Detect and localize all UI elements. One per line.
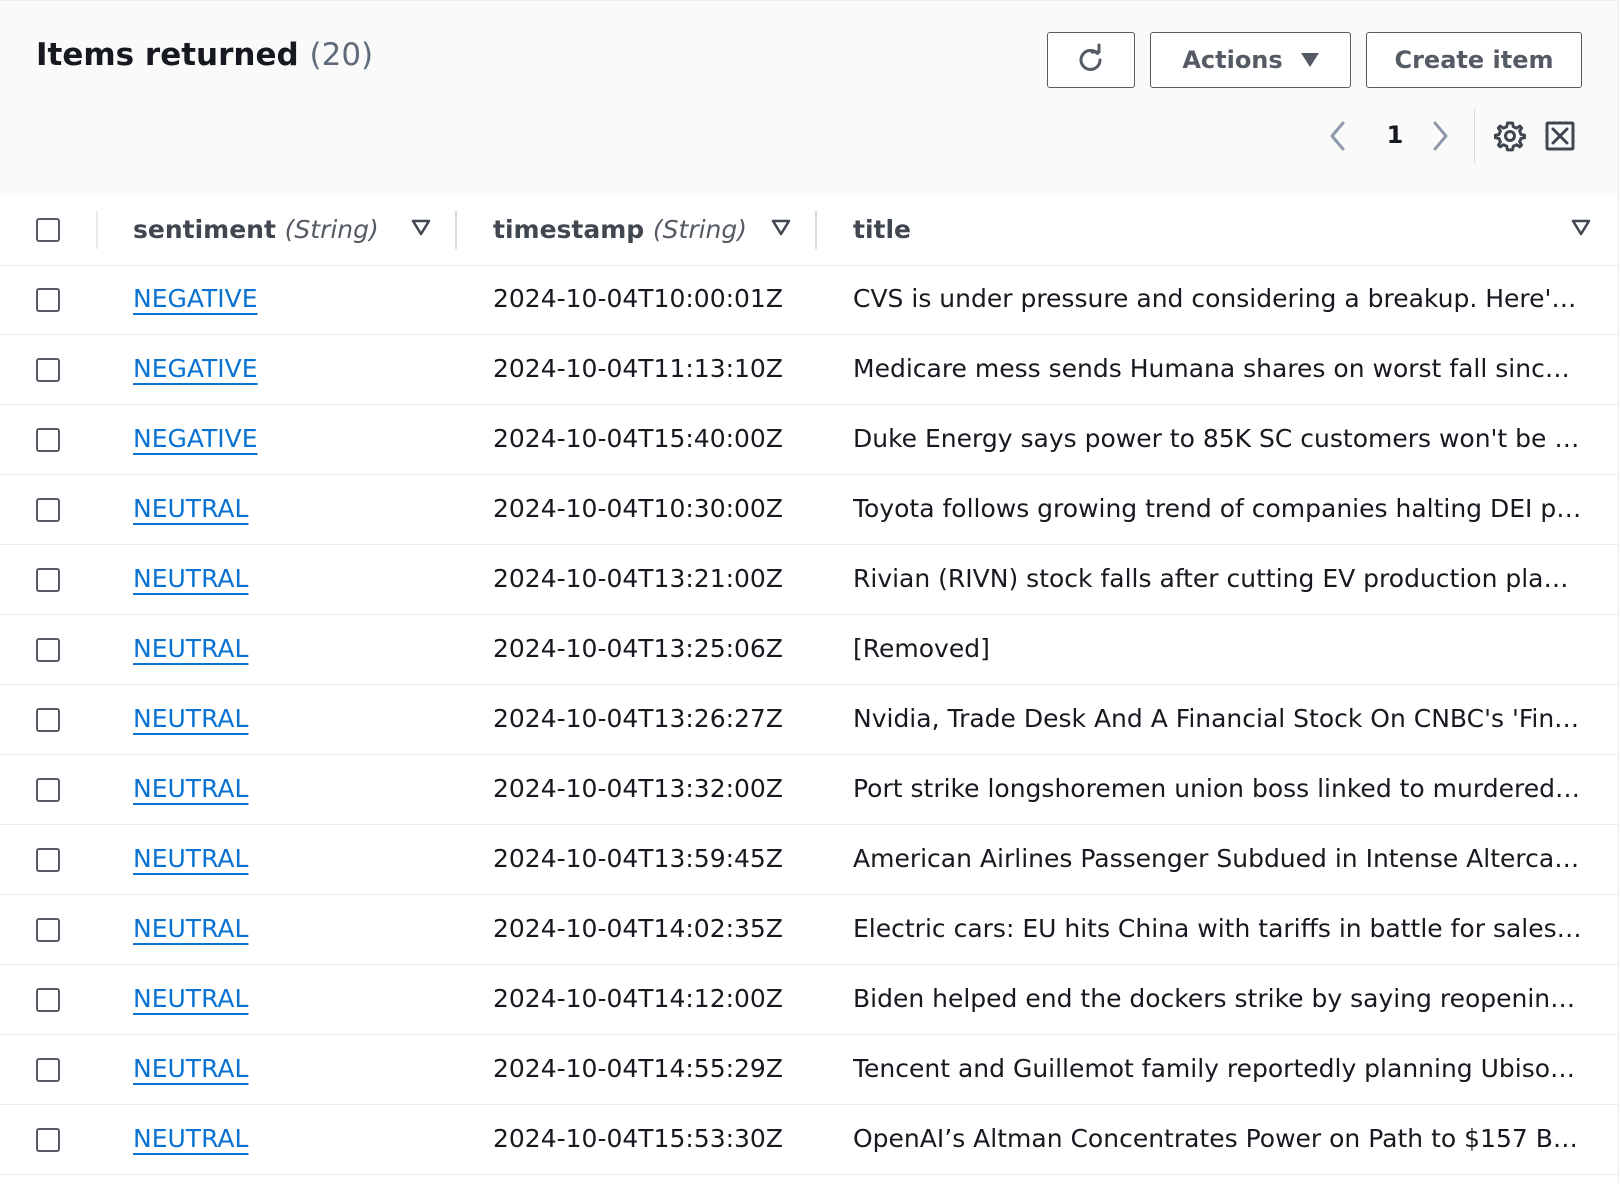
actions-label: Actions [1182, 46, 1283, 74]
title-cell: Port strike longshoremen union boss link… [853, 774, 1583, 803]
title-cell: Medicare mess sends Humana shares on wor… [853, 354, 1583, 383]
column-resize-handle[interactable] [455, 211, 457, 249]
sentiment-link[interactable]: NEGATIVE [133, 424, 258, 453]
sentiment-link[interactable]: NEUTRAL [133, 914, 248, 943]
table-row[interactable]: NEGATIVE 2024-10-04T11:13:10Z Medicare m… [0, 335, 1618, 405]
create-item-button[interactable]: Create item [1366, 32, 1582, 88]
actions-dropdown-button[interactable]: Actions [1150, 32, 1351, 88]
refresh-button[interactable] [1047, 32, 1135, 88]
timestamp-cell: 2024-10-04T14:02:35Z [493, 914, 783, 943]
sort-title-icon[interactable] [1571, 219, 1591, 237]
table-row[interactable]: NEGATIVE 2024-10-04T10:00:01Z CVS is und… [0, 265, 1618, 335]
table-row[interactable]: NEUTRAL 2024-10-04T15:53:30Z OpenAI’s Al… [0, 1105, 1618, 1175]
sentiment-link[interactable]: NEUTRAL [133, 564, 248, 593]
fullscreen-icon[interactable] [1545, 121, 1575, 151]
table-row[interactable]: NEUTRAL 2024-10-04T13:25:06Z [Removed] [0, 615, 1618, 685]
title-cell: Toyota follows growing trend of companie… [853, 494, 1583, 523]
column-header-sentiment[interactable]: sentiment (String) [133, 215, 379, 244]
current-page-number[interactable]: 1 [1380, 121, 1410, 149]
refresh-icon [1079, 43, 1102, 71]
row-checkbox[interactable] [36, 988, 60, 1012]
items-panel: Items returned (20) Actions Create item … [0, 0, 1619, 1184]
panel-header: Items returned (20) Actions Create item … [0, 1, 1618, 196]
timestamp-cell: 2024-10-04T15:53:30Z [493, 1124, 783, 1153]
row-checkbox[interactable] [36, 778, 60, 802]
title-cell: OpenAI’s Altman Concentrates Power on Pa… [853, 1124, 1583, 1153]
sentiment-link[interactable]: NEUTRAL [133, 984, 248, 1013]
timestamp-cell: 2024-10-04T14:55:29Z [493, 1054, 783, 1083]
row-checkbox[interactable] [36, 1128, 60, 1152]
sentiment-link[interactable]: NEUTRAL [133, 1124, 248, 1153]
row-checkbox[interactable] [36, 708, 60, 732]
caret-down-icon [1300, 53, 1319, 67]
column-divider [96, 211, 98, 249]
table-row[interactable]: NEUTRAL 2024-10-04T13:59:45Z American Ai… [0, 825, 1618, 895]
sentiment-link[interactable]: NEUTRAL [133, 634, 248, 663]
table-row[interactable]: NEUTRAL 2024-10-04T10:30:00Z Toyota foll… [0, 475, 1618, 545]
row-checkbox[interactable] [36, 498, 60, 522]
title-cell: Rivian (RIVN) stock falls after cutting … [853, 564, 1583, 593]
item-count: (20) [309, 37, 374, 73]
sentiment-link[interactable]: NEUTRAL [133, 704, 248, 733]
timestamp-cell: 2024-10-04T13:59:45Z [493, 844, 783, 873]
title-cell: [Removed] [853, 634, 990, 663]
title-cell: Nvidia, Trade Desk And A Financial Stock… [853, 704, 1583, 733]
table-row[interactable]: NEUTRAL 2024-10-04T14:12:00Z Biden helpe… [0, 965, 1618, 1035]
column-resize-handle[interactable] [815, 211, 817, 249]
row-checkbox[interactable] [36, 288, 60, 312]
row-checkbox[interactable] [36, 1058, 60, 1082]
timestamp-cell: 2024-10-04T10:30:00Z [493, 494, 783, 523]
row-checkbox[interactable] [36, 918, 60, 942]
table-header: sentiment (String) timestamp (String) ti… [0, 195, 1618, 266]
timestamp-cell: 2024-10-04T11:13:10Z [493, 354, 783, 383]
row-checkbox[interactable] [36, 568, 60, 592]
row-checkbox[interactable] [36, 848, 60, 872]
sentiment-link[interactable]: NEUTRAL [133, 494, 248, 523]
timestamp-cell: 2024-10-04T15:40:00Z [493, 424, 783, 453]
sentiment-link[interactable]: NEUTRAL [133, 844, 248, 873]
row-checkbox[interactable] [36, 358, 60, 382]
timestamp-cell: 2024-10-04T13:21:00Z [493, 564, 783, 593]
sort-timestamp-icon[interactable] [771, 219, 791, 237]
sentiment-link[interactable]: NEUTRAL [133, 774, 248, 803]
sentiment-link[interactable]: NEGATIVE [133, 354, 258, 383]
title-cell: American Airlines Passenger Subdued in I… [853, 844, 1583, 873]
sentiment-link[interactable]: NEUTRAL [133, 1054, 248, 1083]
table-row[interactable]: NEUTRAL 2024-10-04T13:26:27Z Nvidia, Tra… [0, 685, 1618, 755]
title-cell: Tencent and Guillemot family reportedly … [853, 1054, 1583, 1083]
table-row[interactable]: NEUTRAL 2024-10-04T13:21:00Z Rivian (RIV… [0, 545, 1618, 615]
row-checkbox[interactable] [36, 638, 60, 662]
title-cell: Electric cars: EU hits China with tariff… [853, 914, 1583, 943]
table-row[interactable]: NEUTRAL 2024-10-04T13:32:00Z Port strike… [0, 755, 1618, 825]
table-row[interactable]: NEGATIVE 2024-10-04T15:40:00Z Duke Energ… [0, 405, 1618, 475]
row-checkbox[interactable] [36, 428, 60, 452]
timestamp-cell: 2024-10-04T14:12:00Z [493, 984, 783, 1013]
table-row[interactable]: NEUTRAL 2024-10-04T14:02:35Z Electric ca… [0, 895, 1618, 965]
title-text: Items returned [36, 37, 299, 73]
title-cell: CVS is under pressure and considering a … [853, 284, 1583, 313]
sort-sentiment-icon[interactable] [411, 219, 431, 237]
sentiment-link[interactable]: NEGATIVE [133, 284, 258, 313]
select-all-checkbox[interactable] [36, 218, 60, 242]
title-cell: Duke Energy says power to 85K SC custome… [853, 424, 1583, 453]
timestamp-cell: 2024-10-04T13:25:06Z [493, 634, 783, 663]
timestamp-cell: 2024-10-04T13:32:00Z [493, 774, 783, 803]
title-cell: Biden helped end the dockers strike by s… [853, 984, 1583, 1013]
create-item-label: Create item [1394, 46, 1554, 74]
page-title: Items returned (20) [36, 37, 373, 73]
chevron-right-icon[interactable] [1428, 119, 1452, 153]
gear-icon[interactable] [1494, 120, 1526, 152]
column-header-title[interactable]: title [853, 215, 911, 244]
timestamp-cell: 2024-10-04T10:00:01Z [493, 284, 783, 313]
column-header-timestamp[interactable]: timestamp (String) [493, 215, 747, 244]
table-row[interactable]: NEUTRAL 2024-10-04T14:55:29Z Tencent and… [0, 1035, 1618, 1105]
pagination-divider [1474, 109, 1475, 163]
chevron-left-icon[interactable] [1326, 119, 1350, 153]
timestamp-cell: 2024-10-04T13:26:27Z [493, 704, 783, 733]
